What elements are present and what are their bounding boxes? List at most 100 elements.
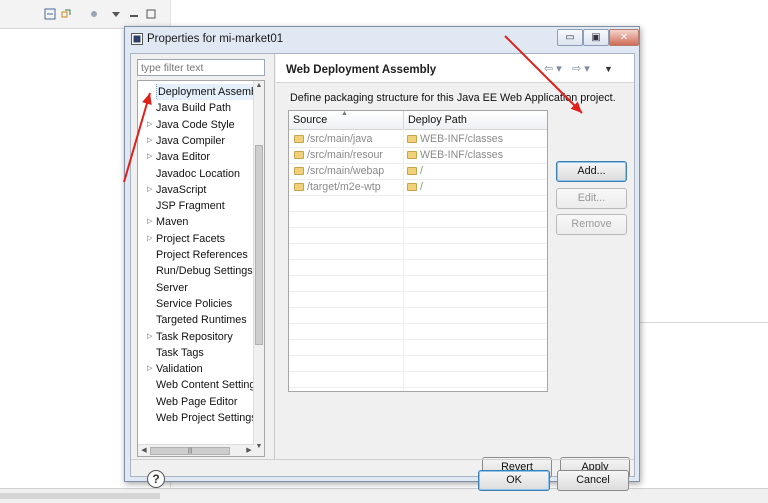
- tree-item[interactable]: JSP Fragment: [138, 198, 254, 214]
- back-arrow-icon[interactable]: ⇦ ▾: [544, 62, 562, 75]
- add-button[interactable]: Add...: [556, 161, 627, 182]
- page-body: Define packaging structure for this Java…: [276, 83, 634, 478]
- ok-button[interactable]: OK: [478, 470, 550, 491]
- link-with-editor-icon[interactable]: [60, 8, 72, 20]
- row-gridline: [289, 147, 547, 148]
- tree-item[interactable]: ▷ JavaScript: [138, 182, 254, 198]
- tree-item[interactable]: Web Content Settings: [138, 377, 254, 393]
- tree-item[interactable]: Service Policies: [138, 296, 254, 312]
- filter-input[interactable]: [137, 59, 265, 76]
- maximize-button[interactable]: ▣: [583, 29, 609, 46]
- row-gridline: [289, 179, 547, 180]
- dialog-titlebar[interactable]: Properties for mi-market01 ▭ ▣ ✕: [125, 27, 639, 51]
- tree-item[interactable]: Run/Debug Settings: [138, 263, 254, 279]
- row-gridline: [289, 307, 547, 308]
- expand-arrow-icon[interactable]: ▷: [147, 231, 155, 247]
- tree-item-label: Web Project Settings: [156, 412, 254, 424]
- tree-item[interactable]: ▷ Task Repository: [138, 329, 254, 345]
- row-gridline: [289, 355, 547, 356]
- tree-item[interactable]: ▷ Project Facets: [138, 231, 254, 247]
- scroll-thumb[interactable]: [255, 145, 263, 345]
- forward-arrow-icon[interactable]: ⇨ ▾: [572, 62, 590, 75]
- deploy-path-column-header[interactable]: Deploy Path: [408, 111, 467, 129]
- folder-icon: [407, 135, 417, 143]
- tree-horizontal-scrollbar[interactable]: ◀ ||| ▶: [138, 444, 255, 456]
- tree-item[interactable]: Deployment Assembly: [138, 84, 254, 100]
- cancel-button[interactable]: Cancel: [557, 470, 629, 491]
- source-cell: /src/main/webap: [307, 165, 385, 177]
- view-menu-icon[interactable]: [110, 8, 122, 20]
- tree-item[interactable]: Task Tags: [138, 345, 254, 361]
- tree-item[interactable]: Targeted Runtimes: [138, 312, 254, 328]
- scroll-down-icon[interactable]: ▼: [254, 443, 264, 455]
- scroll-up-icon[interactable]: ▲: [254, 82, 264, 94]
- tree-item-label: Java Compiler: [156, 134, 226, 147]
- expand-arrow-icon[interactable]: ▷: [147, 214, 155, 230]
- tree-item[interactable]: Web Project Settings: [138, 410, 254, 426]
- tree-item-label: Validation: [156, 363, 203, 376]
- tree-item-label: JSP Fragment: [156, 200, 225, 213]
- tree-item[interactable]: Server: [138, 280, 254, 296]
- view-menu-icon[interactable]: ▼: [604, 64, 613, 74]
- tree-item-label: JavaScript: [156, 183, 207, 196]
- edit-button[interactable]: Edit...: [556, 188, 627, 209]
- row-gridline: [289, 371, 547, 372]
- properties-dialog: Properties for mi-market01 ▭ ▣ ✕ Deploym…: [124, 26, 640, 491]
- tree-item[interactable]: ▷ Java Editor: [138, 149, 254, 165]
- remove-button[interactable]: Remove: [556, 214, 627, 235]
- table-row[interactable]: /src/main/java WEB-INF/classes: [289, 131, 547, 147]
- expand-arrow-icon[interactable]: ▷: [147, 133, 155, 149]
- expand-arrow-icon[interactable]: ▷: [147, 329, 155, 345]
- expand-arrow-icon[interactable]: ▷: [147, 361, 155, 377]
- expand-arrow-icon[interactable]: ▷: [147, 117, 155, 133]
- panel-sash[interactable]: [274, 54, 275, 459]
- tree-item[interactable]: ▷ Validation: [138, 361, 254, 377]
- hscroll-thumb[interactable]: |||: [150, 447, 230, 455]
- ide-status-bar: [0, 488, 768, 503]
- close-button[interactable]: ✕: [609, 29, 639, 46]
- column-divider[interactable]: [403, 111, 404, 129]
- tree-item[interactable]: Web Page Editor: [138, 394, 254, 410]
- minimize-view-icon[interactable]: [128, 8, 140, 20]
- minimize-button[interactable]: ▭: [557, 29, 583, 46]
- scroll-left-icon[interactable]: ◀: [139, 446, 149, 454]
- page-description: Define packaging structure for this Java…: [290, 92, 616, 104]
- tree-item-label: Run/Debug Settings: [156, 265, 253, 278]
- tree-item[interactable]: ▷ Java Code Style: [138, 117, 254, 133]
- folder-icon: [294, 151, 304, 159]
- filter-icon[interactable]: [88, 8, 100, 20]
- table-row[interactable]: /src/main/webap /: [289, 163, 547, 179]
- folder-icon: [407, 183, 417, 191]
- deploy-path-cell: /: [420, 181, 423, 193]
- tree-item-label: Java Code Style: [156, 118, 235, 131]
- row-gridline: [289, 291, 547, 292]
- tree-item[interactable]: ▷ Java Compiler: [138, 133, 254, 149]
- ide-scrollbar[interactable]: [0, 493, 160, 499]
- source-column-header[interactable]: Source: [293, 111, 327, 129]
- collapse-all-icon[interactable]: [44, 8, 56, 20]
- footer-separator: [131, 459, 634, 460]
- tree-item-label: Task Repository: [156, 330, 233, 343]
- row-gridline: [289, 339, 547, 340]
- tree-item[interactable]: Java Build Path: [138, 100, 254, 116]
- tree-item[interactable]: Project References: [138, 247, 254, 263]
- expand-arrow-icon[interactable]: ▷: [147, 149, 155, 165]
- tree-item-label: Deployment Assembly: [156, 84, 254, 100]
- maximize-view-icon[interactable]: [145, 8, 157, 20]
- row-gridline: [289, 323, 547, 324]
- row-gridline: [289, 387, 547, 388]
- assembly-table: Source ▲ Deploy Path /src/main/java WEB-I…: [288, 110, 548, 392]
- sort-indicator-icon: ▲: [341, 110, 348, 117]
- tree-item[interactable]: Javadoc Location: [138, 166, 254, 182]
- table-row[interactable]: /src/main/resour WEB-INF/classes: [289, 147, 547, 163]
- tree-item-label: Java Editor: [156, 151, 211, 164]
- tree-item-label: Service Policies: [156, 297, 233, 310]
- expand-arrow-icon[interactable]: ▷: [147, 182, 155, 198]
- tree-vertical-scrollbar[interactable]: ▲ ▼: [253, 81, 264, 456]
- tree-item[interactable]: ▷ Maven: [138, 214, 254, 230]
- help-icon[interactable]: ?: [147, 470, 165, 488]
- tree-item-label: Javadoc Location: [156, 167, 241, 180]
- tree-item-label: Java Build Path: [156, 102, 232, 115]
- scroll-right-icon[interactable]: ▶: [244, 446, 254, 454]
- table-row[interactable]: /target/m2e-wtp /: [289, 179, 547, 195]
